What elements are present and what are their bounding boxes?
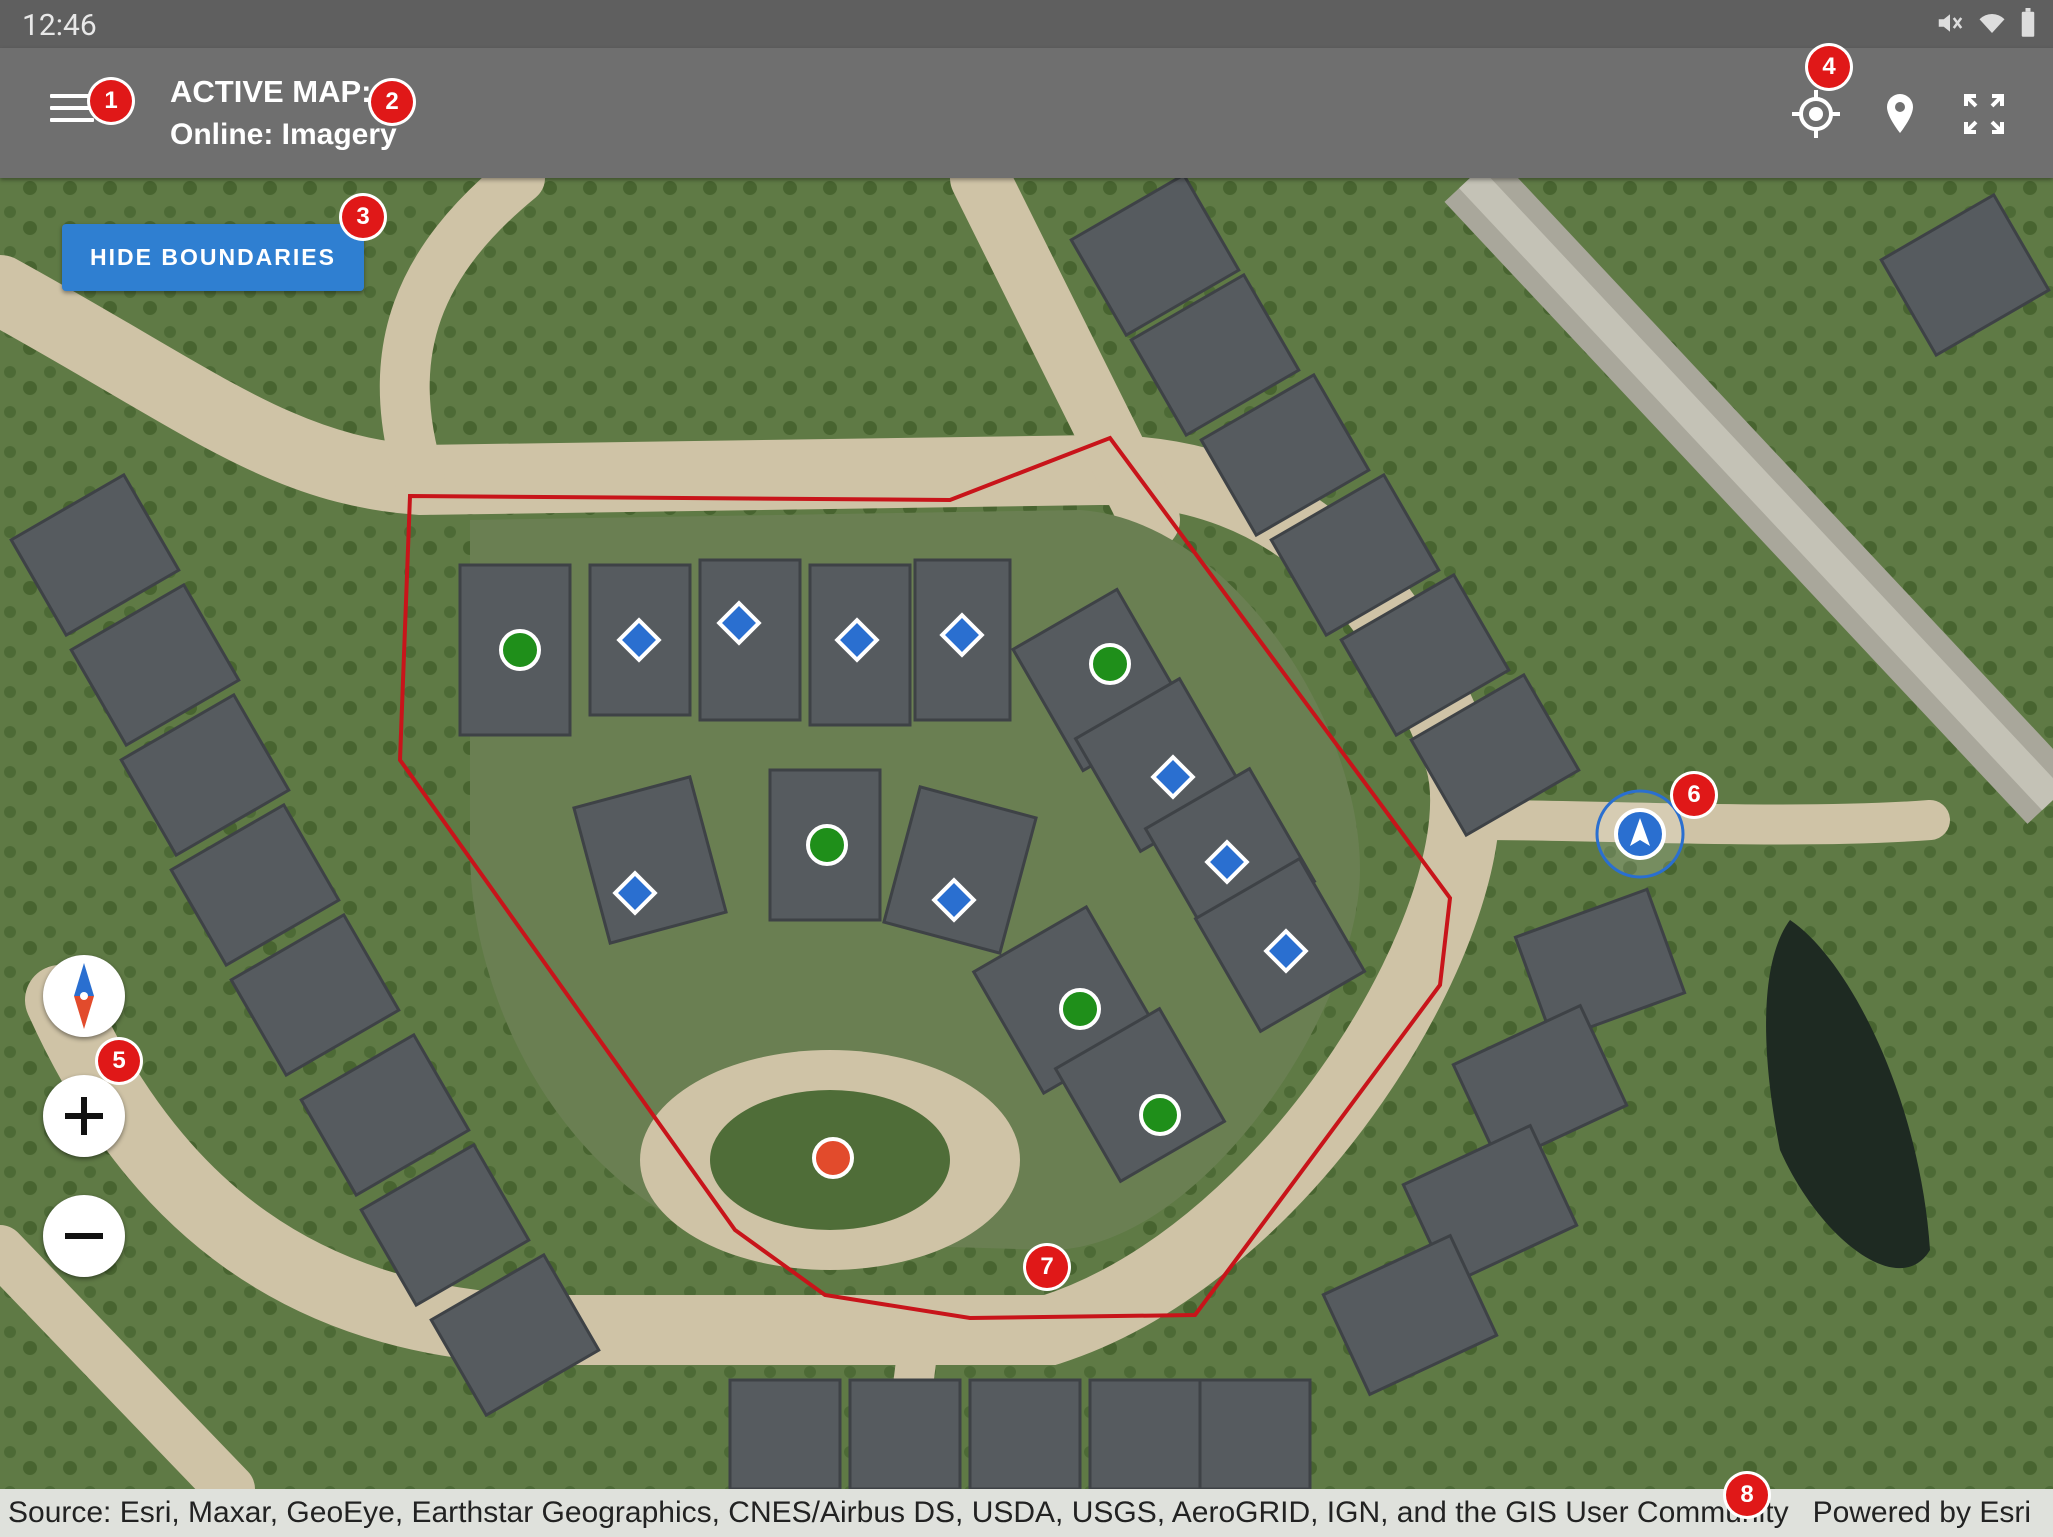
red-point-marker[interactable] <box>812 1137 854 1179</box>
gps-target-icon[interactable] <box>1790 88 1842 140</box>
powered-by-text: Powered by Esri <box>1812 1496 2031 1529</box>
status-bar: 12:46 <box>0 0 2053 48</box>
active-map-name[interactable]: Online: Imagery <box>170 118 397 152</box>
compass-button[interactable] <box>43 955 125 1037</box>
feature-markers <box>499 600 1685 1179</box>
callout-badge: 8 <box>1726 1474 1768 1516</box>
zoom-out-icon <box>65 1233 103 1239</box>
hide-boundaries-button[interactable]: HIDE BOUNDARIES <box>62 224 364 291</box>
callout-badge: 6 <box>1673 774 1715 816</box>
blue-diamond-marker[interactable] <box>1150 754 1196 800</box>
compass-icon <box>74 963 94 1029</box>
battery-icon <box>2021 8 2035 37</box>
blue-diamond-marker[interactable] <box>716 600 762 646</box>
status-time: 12:46 <box>22 8 97 43</box>
wifi-icon <box>1979 13 2005 33</box>
location-pin-icon[interactable] <box>1874 88 1926 140</box>
green-point-marker[interactable] <box>1089 643 1131 685</box>
attribution-text: Source: Esri, Maxar, GeoEye, Earthstar G… <box>8 1496 1789 1529</box>
green-point-marker[interactable] <box>499 629 541 671</box>
menu-icon[interactable] <box>50 94 94 130</box>
fullscreen-icon[interactable] <box>1958 88 2010 140</box>
blue-diamond-marker[interactable] <box>1263 928 1309 974</box>
callout-badge: 1 <box>90 80 132 122</box>
navigation-arrow-icon[interactable] <box>1595 789 1685 879</box>
blue-diamond-marker[interactable] <box>939 612 985 658</box>
green-point-marker[interactable] <box>806 824 848 866</box>
app-bar: ACTIVE MAP: Online: Imagery <box>0 48 2053 178</box>
green-point-marker[interactable] <box>1139 1094 1181 1136</box>
green-point-marker[interactable] <box>1059 988 1101 1030</box>
zoom-in-icon <box>65 1097 103 1135</box>
callout-badge: 2 <box>371 81 413 123</box>
callout-badge: 4 <box>1808 46 1850 88</box>
blue-diamond-marker[interactable] <box>616 617 662 663</box>
zoom-out-button[interactable] <box>43 1195 125 1277</box>
status-icons <box>1935 8 2037 38</box>
blue-diamond-marker[interactable] <box>1204 839 1250 885</box>
callout-badge: 7 <box>1026 1246 1068 1288</box>
callout-badge: 5 <box>98 1040 140 1082</box>
zoom-in-button[interactable] <box>43 1075 125 1157</box>
map-view[interactable] <box>0 178 2053 1489</box>
blue-diamond-marker[interactable] <box>931 877 977 923</box>
active-map-label: ACTIVE MAP: <box>170 74 372 109</box>
callout-badge: 3 <box>342 196 384 238</box>
blue-diamond-marker[interactable] <box>612 870 658 916</box>
blue-diamond-marker[interactable] <box>834 617 880 663</box>
mute-icon <box>1938 14 1963 32</box>
